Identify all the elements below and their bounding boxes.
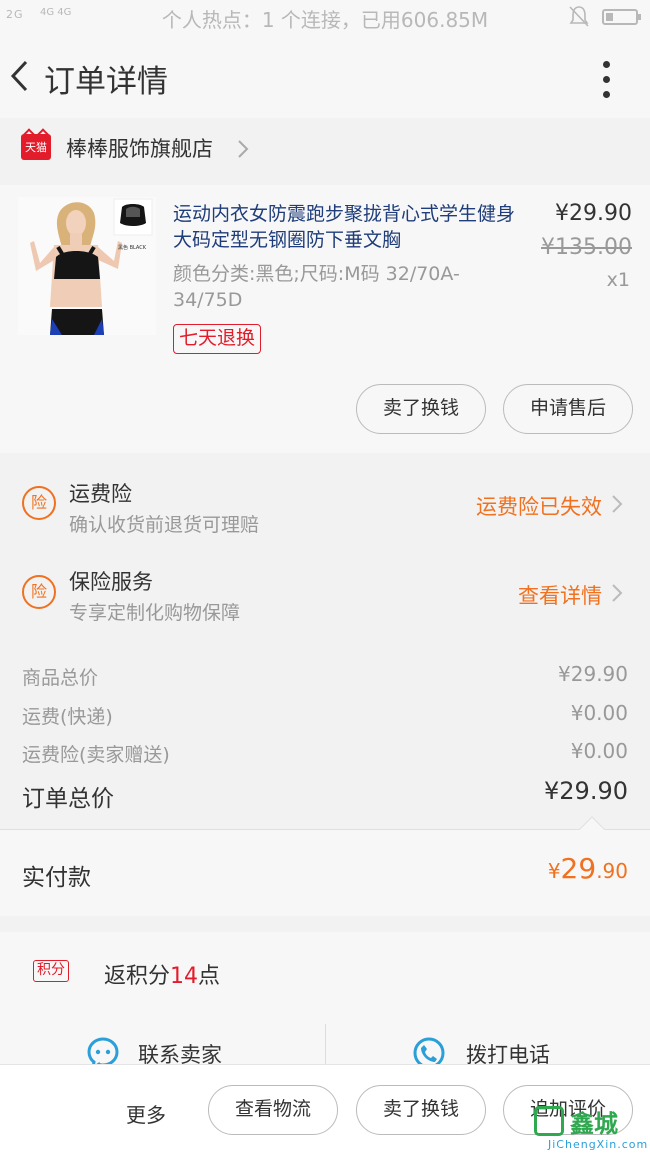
battery-icon xyxy=(602,9,641,25)
chevron-right-icon xyxy=(612,584,623,602)
shipping-insurance-status[interactable]: 运费险已失效 xyxy=(476,491,602,521)
items-total-value: ¥29.90 xyxy=(558,662,628,686)
page-title: 订单详情 xyxy=(44,64,168,100)
chevron-left-icon xyxy=(10,60,28,92)
watermark-url: JiChengXin.com xyxy=(548,1138,649,1151)
points-text: 返积分14点 xyxy=(104,958,220,990)
shipping-fee-label: 运费(快递) xyxy=(22,706,113,728)
shipping-fee-value: ¥0.00 xyxy=(570,701,628,725)
shipping-insurance-fee-label: 运费险(卖家赠送) xyxy=(22,744,170,766)
amount-paid-label: 实付款 xyxy=(22,865,91,891)
shipping-insurance-title: 运费险 xyxy=(69,482,132,506)
amount-paid-integer: 29 xyxy=(560,852,597,885)
insurance-service-subtitle: 专享定制化购物保障 xyxy=(69,602,241,624)
amount-paid-value: ¥29.90 xyxy=(548,852,628,885)
shipping-insurance-fee-value: ¥0.00 xyxy=(570,739,628,763)
watermark-logo-icon xyxy=(534,1106,564,1136)
status-bar: 2G 4G 4G 个人热点：1 个连接，已用606.85M xyxy=(0,0,650,34)
resell-button-bottom[interactable]: 卖了换钱 xyxy=(356,1085,486,1135)
chevron-right-icon xyxy=(612,495,623,513)
view-details-link[interactable]: 查看详情 xyxy=(518,580,602,610)
order-total-value: ¥29.90 xyxy=(544,777,628,805)
order-total-label: 订单总价 xyxy=(22,786,114,812)
shop-row[interactable]: 天猫 棒棒服饰旗舰店 xyxy=(0,119,650,184)
watermark-text: 鑫城 xyxy=(570,1110,618,1138)
site-watermark: 鑫城 JiChengXin.com xyxy=(532,1102,650,1155)
shop-name[interactable]: 棒棒服饰旗舰店 xyxy=(66,133,213,163)
after-sales-button[interactable]: 申请售后 xyxy=(503,384,633,434)
product-original-price: ¥135.00 xyxy=(541,235,632,260)
points-suffix: 点 xyxy=(198,964,221,989)
points-value: 14 xyxy=(170,964,199,989)
points-badge: 积分 xyxy=(33,960,69,982)
more-vertical-icon[interactable] xyxy=(594,58,618,98)
price-summary: 商品总价 ¥29.90 运费(快递) ¥0.00 运费险(卖家赠送) ¥0.00… xyxy=(0,653,650,829)
amount-paid-decimal: .90 xyxy=(596,859,628,883)
tmall-logo-icon: 天猫 xyxy=(21,134,51,160)
currency-symbol: ¥ xyxy=(547,859,561,883)
back-button[interactable] xyxy=(6,56,36,96)
view-logistics-button[interactable]: 查看物流 xyxy=(208,1085,338,1135)
seven-day-return-tag: 七天退换 xyxy=(173,324,262,354)
product-quantity: x1 xyxy=(606,269,630,291)
notification-bell-icon xyxy=(569,6,589,27)
product-price: ¥29.90 xyxy=(555,201,632,226)
more-link[interactable]: 更多 xyxy=(126,1099,166,1128)
product-sku: 颜色分类:黑色;尺码:M码 32/70A-34/75D xyxy=(173,263,460,311)
amount-paid-row: 实付款 ¥29.90 xyxy=(0,830,650,916)
insurance-service-title: 保险服务 xyxy=(69,570,153,594)
thumb-caption: 黑色 BLACK xyxy=(118,244,147,251)
product-title[interactable]: 运动内衣女防震跑步聚拢背心式学生健身大码定型无钢圈防下垂文胸 xyxy=(173,201,525,253)
chevron-right-icon xyxy=(238,140,249,158)
insurance-icon: 险 xyxy=(22,575,56,609)
header: 订单详情 xyxy=(0,34,650,118)
product-thumbnail[interactable]: 黑色 BLACK xyxy=(18,197,156,335)
points-prefix: 返积分 xyxy=(104,964,171,989)
resell-button[interactable]: 卖了换钱 xyxy=(356,384,486,434)
product-card: 黑色 BLACK 运动内衣女防震跑步聚拢背心式学生健身大码定型无钢圈防下垂文胸 … xyxy=(0,185,650,453)
insurance-section: 险 运费险 确认收货前退货可理赔 运费险已失效 险 保险服务 专享定制化购物保障… xyxy=(0,455,650,653)
insurance-icon: 险 xyxy=(22,486,56,520)
shipping-insurance-subtitle: 确认收货前退货可理赔 xyxy=(69,514,260,536)
status-bar-hotspot-text: 个人热点：1 个连接，已用606.85M xyxy=(161,8,489,32)
divider xyxy=(325,1024,326,1064)
items-total-label: 商品总价 xyxy=(22,667,99,689)
